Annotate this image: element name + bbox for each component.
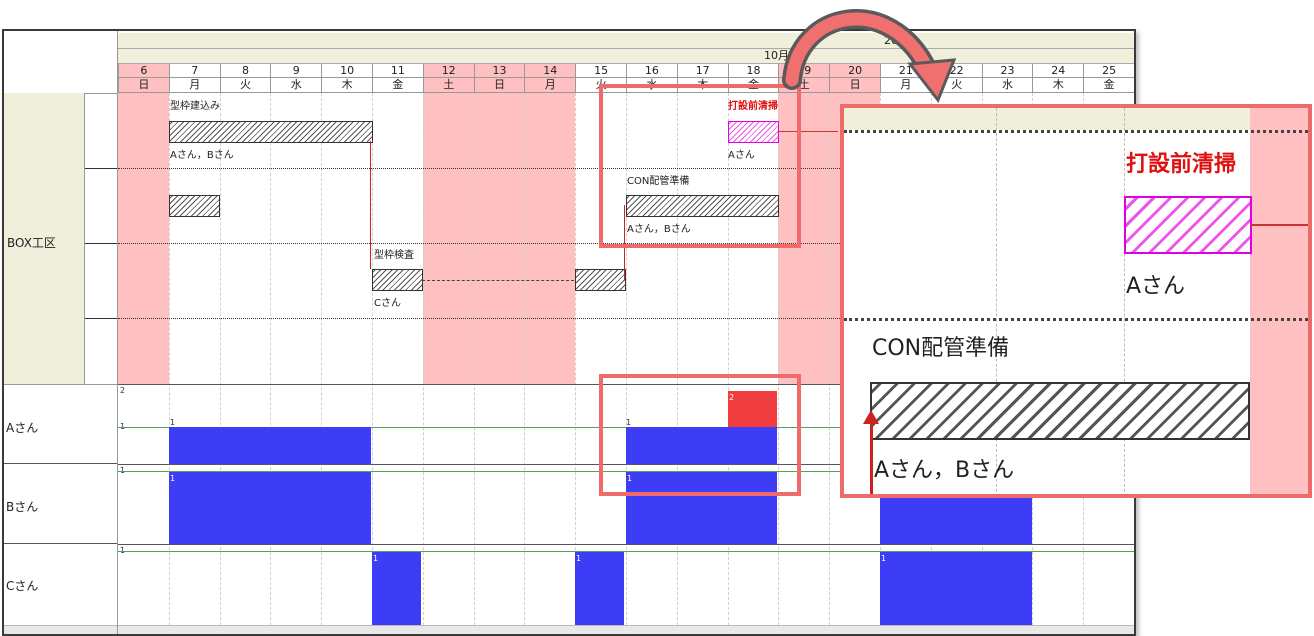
load-bar-a-1 — [169, 427, 371, 464]
day-number: 13 — [492, 64, 507, 77]
sub-section-column — [85, 93, 118, 385]
task-bar-katawaku[interactable] — [169, 121, 373, 143]
day-header-12: 12 土 — [422, 64, 474, 93]
load-value-c-3: 1 — [881, 554, 887, 563]
day-weekday: 水 — [982, 77, 1033, 91]
section-label: BOX工区 — [7, 236, 56, 250]
day-header-9: 9水 — [270, 64, 322, 93]
day-number: 16 — [644, 64, 659, 77]
day-number: 7 — [191, 64, 199, 77]
res-a-max: 2 — [120, 386, 126, 395]
day-header-11: 11 金 — [372, 64, 423, 93]
day-header-10: 10 木 — [321, 64, 372, 93]
task-workers-katawaku: Aさん，Bさん — [170, 150, 234, 161]
day-number: 9 — [292, 64, 300, 77]
day-header-6: 6日 — [118, 64, 169, 93]
resource-label-c: Cさん — [6, 579, 39, 593]
day-number: 24 — [1051, 64, 1066, 77]
day-header-24: 24 木 — [1032, 64, 1084, 93]
day-number: 11 — [390, 64, 405, 77]
day-weekday: 土 — [423, 77, 474, 91]
task-title-katawaku: 型枠建込み — [170, 101, 220, 112]
zoom-workers-seisou: Aさん — [1126, 274, 1186, 299]
zoom-bar-con — [870, 382, 1250, 440]
resource-label-a: Aさん — [6, 421, 39, 435]
zoom-workers-con: Aさん，Bさん — [874, 458, 1015, 483]
zoom-title-con: CON配管準備 — [872, 336, 1010, 361]
header-corner — [4, 31, 118, 94]
day-number: 12 — [441, 64, 456, 77]
section-cell: BOX工区 — [4, 93, 85, 385]
day-number: 25 — [1102, 64, 1117, 77]
load-value-b-1: 1 — [170, 474, 176, 483]
load-value-a-1: 1 — [170, 418, 176, 427]
day-number: 15 — [594, 64, 609, 77]
day-weekday: 金 — [1084, 77, 1134, 91]
day-number: 23 — [1000, 64, 1015, 77]
load-value-c-1: 1 — [373, 554, 379, 563]
load-value-c-2: 1 — [576, 554, 582, 563]
day-weekday: 金 — [373, 77, 423, 91]
day-weekday: 水 — [271, 77, 322, 91]
zoom-bar-seisou — [1124, 196, 1252, 254]
day-header-23: 23 水 — [981, 64, 1033, 93]
day-number: 6 — [140, 64, 148, 77]
callout-box-load — [599, 374, 801, 496]
holiday-column — [422, 93, 474, 384]
day-number: 8 — [241, 64, 249, 77]
day-header-13: 13 日 — [473, 64, 525, 93]
day-weekday: 日 — [474, 77, 525, 91]
task-workers-kensa: Cさん — [374, 298, 401, 309]
holiday-column — [473, 93, 525, 384]
day-header-14: 14 月 — [524, 64, 576, 93]
resource-label-b: Bさん — [6, 500, 39, 514]
load-bar-c-1 — [372, 552, 421, 625]
day-number: 10 — [340, 64, 355, 77]
load-bar-c-2 — [575, 552, 624, 625]
callout-box-task — [599, 84, 801, 248]
zoom-title-seisou: 打設前清掃 — [1126, 152, 1237, 177]
day-number: 14 — [543, 64, 558, 77]
day-weekday: 木 — [1033, 77, 1084, 91]
load-bar-c-3 — [880, 552, 1032, 625]
task-bar-kensa[interactable] — [372, 269, 423, 291]
holiday-column — [524, 93, 576, 384]
curved-arrow-icon — [782, 9, 957, 103]
day-weekday: 月 — [525, 77, 576, 91]
zoom-panel: 打設前清掃 Aさん CON配管準備 Aさん，Bさん — [840, 104, 1312, 498]
task-title-kensa: 型枠検査 — [374, 250, 414, 261]
day-header-25: 25 金 — [1083, 64, 1134, 93]
day-weekday: 火 — [220, 77, 271, 91]
task-bar-kensa-2[interactable] — [575, 269, 626, 291]
day-weekday: 木 — [322, 77, 372, 91]
task-bar-katawaku-2[interactable] — [169, 195, 220, 217]
day-number: 17 — [695, 64, 710, 77]
load-bar-b-1 — [169, 472, 371, 544]
day-header-8: 8火 — [219, 64, 271, 93]
month-row: 10月 — [118, 49, 1134, 64]
day-weekday: 日 — [119, 77, 169, 91]
holiday-column — [118, 93, 169, 384]
day-weekday: 月 — [169, 77, 220, 91]
day-header-7: 7月 — [168, 64, 220, 93]
year-row: 202 — [118, 33, 1134, 49]
